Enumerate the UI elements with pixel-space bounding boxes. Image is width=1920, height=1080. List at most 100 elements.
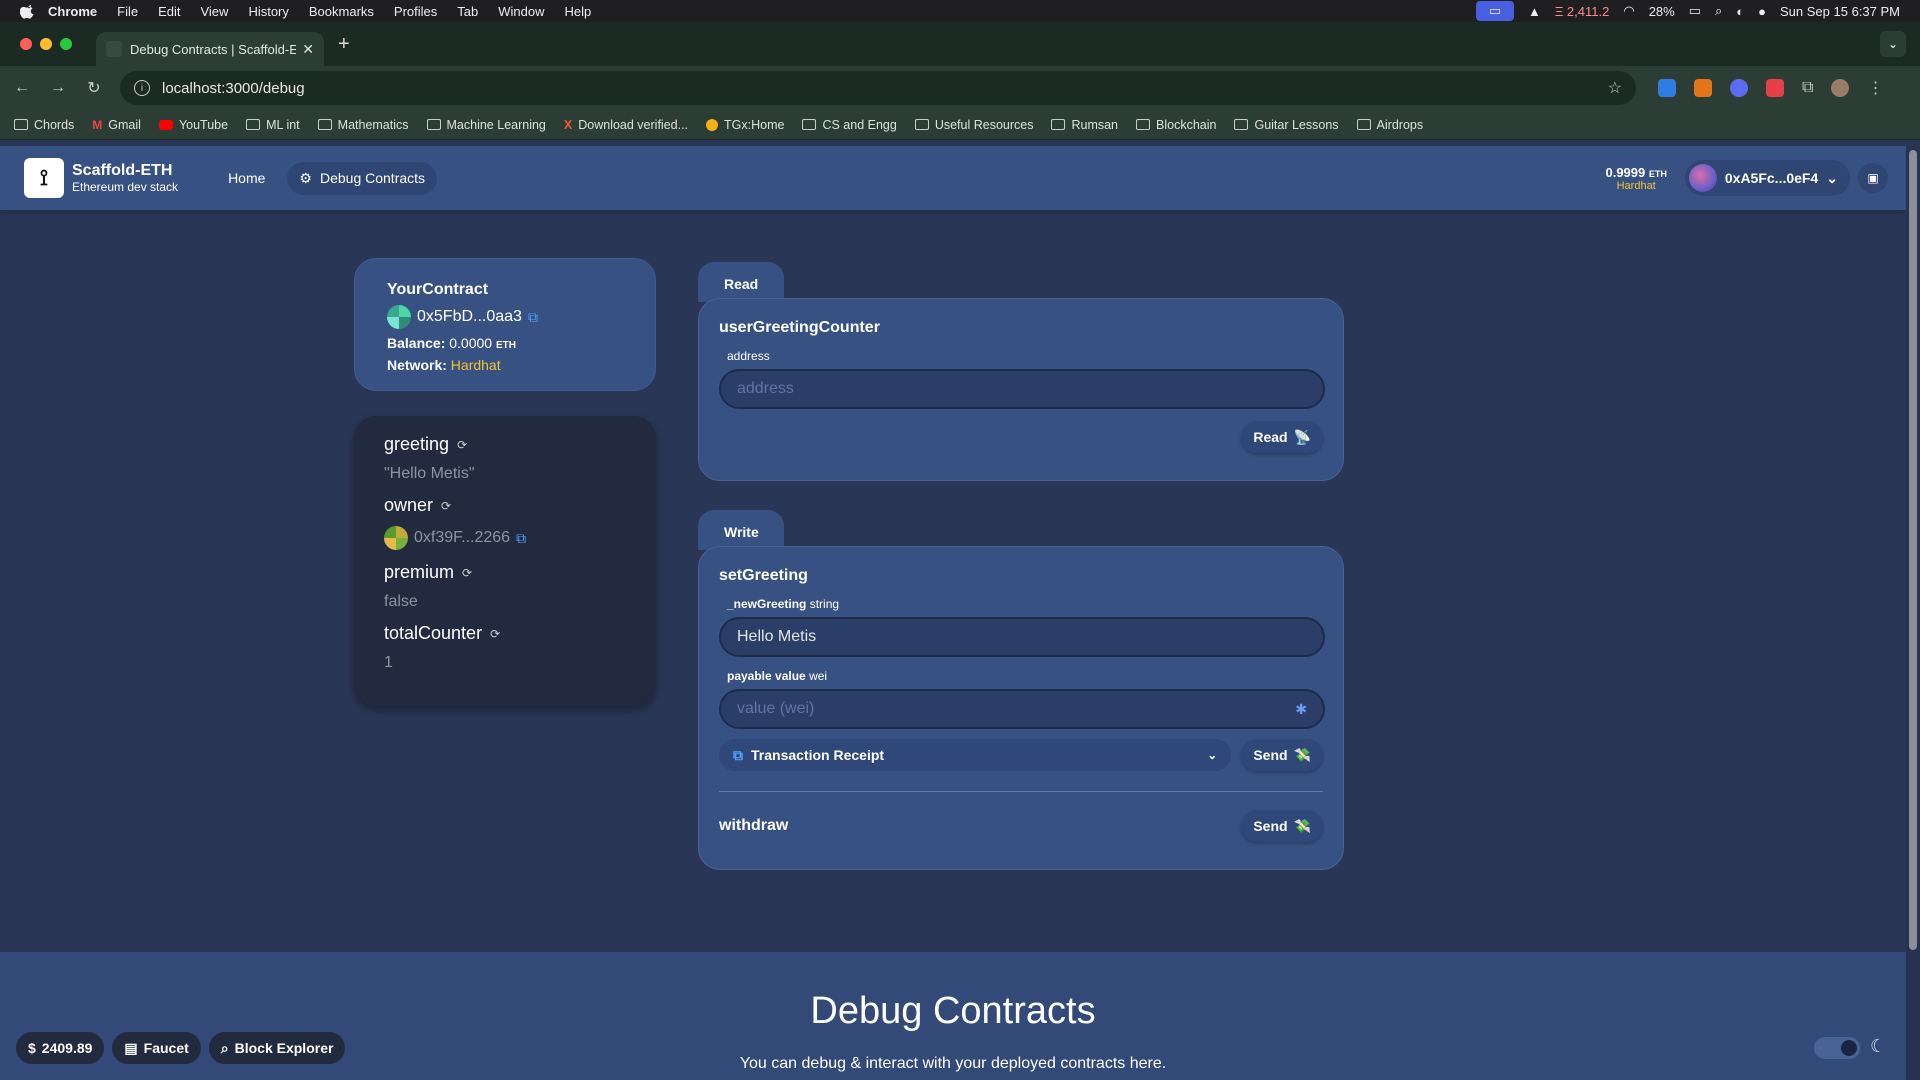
refresh-icon[interactable]: ⟳ [462,566,472,580]
scrollbar-thumb[interactable] [1909,150,1917,950]
chevron-down-icon: ⌄ [1826,169,1838,186]
account-avatar [1688,164,1717,192]
bookmark-folder[interactable]: CS and Engg [802,118,897,132]
refresh-icon[interactable]: ⟳ [441,499,451,513]
close-window-button[interactable] [20,38,32,50]
folder-icon [246,119,261,130]
brand-title: Scaffold-ETH [72,162,173,179]
bookmark-link[interactable]: X Download verified... [564,118,688,132]
read-button[interactable]: Read 📡 [1241,421,1323,453]
block-explorer-button[interactable]: ⌕ Block Explorer [208,1032,346,1064]
site-info-icon[interactable]: i [134,80,150,96]
folder-icon [1234,119,1249,130]
wifi-icon[interactable]: ◠ [1623,3,1634,19]
nav-home[interactable]: Home [216,162,277,194]
bookmark-folder[interactable]: Guitar Lessons [1234,118,1339,132]
eth-price-status[interactable]: Ξ 2,411.2 [1555,4,1609,19]
address-bar[interactable]: i localhost:3000/debug ☆ [120,71,1636,105]
new-tab-icon[interactable]: + [338,33,350,56]
money-icon: 💸 [1293,746,1311,763]
browser-tab-active[interactable]: Debug Contracts | Scaffold-E ✕ [96,32,324,66]
bug-icon: ⚙ [299,169,312,186]
contract-address-text[interactable]: 0x5FbD...0aa3 [417,308,522,326]
bookmark-gmail[interactable]: M Gmail [92,118,141,132]
minimize-window-button[interactable] [40,38,52,50]
copy-icon[interactable]: ⧉ [528,309,538,326]
screen-cast-icon[interactable]: ▭ [1475,1,1514,21]
apple-icon[interactable] [20,3,36,19]
theme-toggle[interactable] [1814,1037,1860,1059]
menu-tab[interactable]: Tab [457,4,478,19]
extension-icon[interactable] [1730,79,1748,97]
tab-search-icon[interactable]: ⌄ [1880,31,1906,57]
faucet-wallet-icon[interactable]: ▣ [1858,163,1888,193]
menu-window[interactable]: Window [498,4,544,19]
nav-debug-contracts[interactable]: ⚙ Debug Contracts [287,161,438,195]
reload-icon[interactable]: ↻ [76,78,112,98]
spotlight-search-icon[interactable]: ⌕ [1715,3,1722,19]
divider [719,791,1323,792]
profile-avatar[interactable] [1831,79,1850,97]
battery-icon[interactable]: ▭ [1689,3,1701,19]
puzzle-icon[interactable]: ⧉ [1802,79,1813,97]
bookmark-folder[interactable]: Blockchain [1136,118,1216,132]
balance-unit: ETH [1648,168,1667,179]
transaction-receipt-dropdown[interactable]: ⧉ Transaction Receipt ⌄ [719,739,1232,771]
menu-help[interactable]: Help [565,4,592,19]
url-text[interactable]: localhost:3000/debug [162,80,305,97]
metamask-icon[interactable] [1694,79,1712,97]
back-icon[interactable]: ← [4,79,40,97]
bookmark-folder[interactable]: Mathematics [317,118,409,132]
copy-icon[interactable]: ⧉ [516,530,526,547]
bookmark-youtube[interactable]: YouTube [158,117,229,132]
menu-file[interactable]: File [117,4,138,19]
menu-history[interactable]: History [248,4,288,19]
scaffold-logo-icon[interactable]: ⟟ [24,158,64,198]
new-greeting-input[interactable]: Hello Metis [719,617,1325,657]
bookmark-folder[interactable]: Useful Resources [914,118,1033,132]
folder-icon [1136,119,1151,130]
send-button[interactable]: Send 💸 [1241,739,1323,771]
account-dropdown[interactable]: 0xA5Fc...0eF4 ⌄ [1684,160,1850,196]
bookmark-folder[interactable]: ML int [246,118,300,132]
brand[interactable]: Scaffold-ETH Ethereum dev stack [72,162,178,194]
forward-icon[interactable]: → [40,79,76,97]
multiply-icon[interactable]: ✱ [1295,701,1307,718]
menu-clock[interactable]: Sun Sep 15 6:37 PM [1780,4,1900,19]
bookmark-link[interactable]: TGx:Home [706,118,784,132]
menu-chrome[interactable]: Chrome [48,4,97,19]
balance-label: Balance: [387,335,446,351]
extension-icon[interactable] [1766,79,1784,97]
bookmark-folder[interactable]: Chords [14,118,74,132]
bookmark-folder[interactable]: Machine Learning [426,118,546,132]
close-tab-icon[interactable]: ✕ [302,41,314,58]
refresh-icon[interactable]: ⟳ [457,438,467,452]
faucet-button[interactable]: ▤ Faucet [112,1032,201,1064]
menu-profiles[interactable]: Profiles [394,4,437,19]
menu-view[interactable]: View [200,4,228,19]
eth-price-chip[interactable]: $2409.89 [16,1032,105,1064]
bookmark-folder[interactable]: Airdrops [1356,118,1423,132]
address-input[interactable]: address [719,369,1325,409]
refresh-icon[interactable]: ⟳ [490,627,500,641]
read-function-name: userGreetingCounter [719,319,880,336]
extension-icon[interactable] [1658,79,1676,97]
menu-edit[interactable]: Edit [158,4,180,19]
balance-value: 0.9999 [1605,164,1646,180]
payable-value-input[interactable]: value (wei) ✱ [719,689,1325,729]
explorer-label: Block Explorer [234,1040,334,1056]
bookmark-label: YouTube [178,117,229,132]
bookmark-star-icon[interactable]: ☆ [1608,78,1622,98]
var-value[interactable]: 0xf39F...2266 [414,529,510,547]
control-center-icon[interactable]: ◐ [1736,4,1744,19]
chrome-menu-icon[interactable]: ⋮ [1867,78,1883,98]
zoom-window-button[interactable] [60,38,72,50]
copy-icon[interactable]: ⧉ [733,747,743,764]
bookmark-label: TGx:Home [724,117,785,132]
bookmark-folder[interactable]: Rumsan [1051,118,1118,132]
menu-bookmarks[interactable]: Bookmarks [309,4,374,19]
vlc-icon[interactable]: ▲ [1528,4,1541,19]
folder-icon [1356,119,1371,130]
withdraw-send-button[interactable]: Send 💸 [1241,810,1323,842]
siri-icon[interactable]: ● [1758,4,1766,19]
